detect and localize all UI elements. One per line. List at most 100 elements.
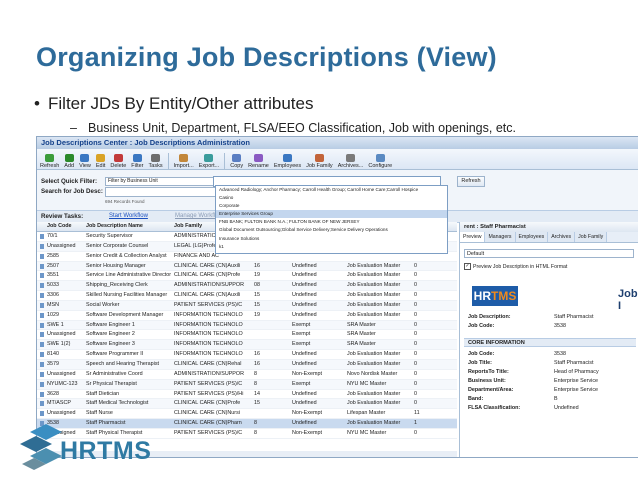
job-heading: Job I: [618, 288, 638, 312]
dropdown-option[interactable]: Corporate: [216, 202, 447, 210]
manage-workflow-link[interactable]: Manage Workflo: [175, 213, 219, 219]
table-cell: Software Engineer 3: [86, 341, 135, 348]
document-icon: [40, 273, 44, 279]
field-label: Business Unit:: [468, 378, 506, 384]
dropdown-option[interactable]: k1: [216, 243, 447, 251]
checkbox-box[interactable]: ✓: [464, 263, 471, 270]
toolbar-delete-button[interactable]: Delete: [110, 154, 126, 169]
table-row[interactable]: 3628 Staff Dietician PATIENT SERVICES (PS)…: [37, 390, 457, 400]
tab-managers[interactable]: Managers: [485, 232, 516, 242]
dropdown-option[interactable]: Global Document Outsourcing;Global Servi…: [216, 226, 447, 234]
table-row[interactable]: SWE 1 Software Engineer 1 INFORMATION TECH…: [37, 320, 457, 331]
table-cell: [252, 321, 290, 330]
toolbar-label: View: [79, 163, 91, 169]
table-row[interactable]: 8140 Software Programmer II INFORMATION TE…: [37, 350, 457, 360]
table-row[interactable]: 3551 Service Line Administrative Director…: [37, 271, 457, 282]
table-cell: 0: [414, 341, 417, 348]
dropdown-option[interactable]: Advanced Radiology; Anchor Pharmacy; Car…: [216, 186, 447, 194]
table-cell: Unassigned: [47, 410, 76, 417]
table-cell: Job Evaluation Master: [347, 360, 401, 367]
toolbar-view-button[interactable]: View: [79, 154, 91, 169]
toolbar-archives-button[interactable]: Archives...: [338, 154, 363, 169]
table-cell: 0: [414, 360, 417, 367]
table-cell: 0: [414, 262, 417, 269]
field-row: Job Title: Staff Pharmacist: [468, 360, 593, 366]
start-workflow-link[interactable]: Start Workflow: [109, 213, 148, 219]
table-row[interactable]: Unassigned Software Engineer 2 INFORMATION…: [37, 330, 457, 341]
refresh-filter-button[interactable]: Refresh: [457, 176, 485, 187]
table-row[interactable]: 5033 Shipping_Receiving Clerk ADMINISTRATI…: [37, 281, 457, 292]
table-cell: Software Engineer 1: [86, 321, 135, 328]
table-cell: Undefined: [292, 420, 317, 427]
table-cell: Undefined: [292, 400, 317, 407]
table-row[interactable]: SWE 1(2) Software Engineer 3 INFORMATION T…: [37, 340, 457, 351]
field-value: Enterprise Service: [554, 387, 599, 393]
table-row[interactable]: 2507 Senior Housing Manager CLINICAL CARE …: [37, 261, 457, 272]
dropdown-option[interactable]: Enterprise Services Group: [216, 210, 447, 219]
dropdown-option[interactable]: Casino: [216, 194, 447, 202]
toolbar-tasks-button[interactable]: Tasks: [149, 154, 163, 169]
toolbar-label: Add: [64, 163, 75, 169]
table-row[interactable]: 1029 Software Development Manager INFORMAT…: [37, 311, 457, 321]
table-row[interactable]: MSN Social Worker PATIENT SERVICES (PS)/C 1…: [37, 300, 457, 311]
table-row[interactable]: Unassigned Sr Administrative Coord ADMINIS…: [37, 370, 457, 380]
document-icon: [40, 342, 44, 348]
table-cell: Sr Physical Therapist: [86, 380, 137, 387]
template-select[interactable]: Default: [464, 249, 634, 258]
table-cell: INFORMATION TECHNOLO: [174, 311, 243, 318]
table-row[interactable]: 3579 Speech and Hearing Therapist CLINICAL…: [37, 359, 457, 370]
table-row[interactable]: 3306 Skilled Nursing Facilities Manager CL…: [37, 291, 457, 301]
table-row[interactable]: MT/ASCP Staff Medical Technologist CLINICA…: [37, 399, 457, 410]
toolbar-rename-button[interactable]: Rename: [248, 154, 269, 169]
records-found: 694 Records Found: [105, 199, 145, 204]
table-cell: Staff Nurse: [86, 410, 113, 417]
table-cell: Job Evaluation Master: [347, 420, 401, 427]
dropdown-option[interactable]: Insurance Solutions: [216, 235, 447, 243]
toolbar-copy-button[interactable]: Copy: [230, 154, 243, 169]
table-cell: Undefined: [292, 282, 317, 289]
field-row: FLSA Classification: Undefined: [468, 405, 579, 411]
dropdown-option[interactable]: FNB BANK; FULTON BANK N.A.; FULTON BANK …: [216, 218, 447, 226]
table-cell: 14: [254, 390, 260, 397]
table-cell: 0: [414, 282, 417, 289]
logo-tms: TMS: [491, 289, 517, 303]
quick-filter-select[interactable]: Filter by Business Unit: [105, 177, 219, 186]
toolbar-rename-icon: [253, 154, 263, 162]
table-cell: 0: [414, 331, 417, 338]
table-cell: Undefined: [292, 262, 317, 269]
table-cell: NYUMC-123: [47, 380, 78, 387]
toolbar-export-button[interactable]: Export...: [199, 154, 219, 169]
search-input[interactable]: [105, 187, 217, 197]
toolbar-copy-icon: [232, 154, 242, 162]
table-cell: 19: [254, 311, 260, 318]
col-header-job-code[interactable]: Job Code: [45, 222, 84, 231]
toolbar-add-button[interactable]: Add: [64, 154, 74, 169]
table-cell: 8: [254, 429, 257, 436]
toolbar-refresh-button[interactable]: Refresh: [40, 154, 59, 169]
table-cell: 16: [254, 262, 260, 269]
table-cell: SRA Master: [347, 341, 376, 348]
preview-html-checkbox[interactable]: ✓ Preview Job Description in HTML Format: [464, 263, 567, 270]
toolbar-configure-button[interactable]: Configure: [368, 154, 392, 169]
toolbar-employees-button[interactable]: Employees: [274, 154, 301, 169]
col-header-name[interactable]: Job Description Name: [84, 222, 172, 231]
table-cell: 19: [254, 272, 260, 279]
table-cell: Job Evaluation Master: [347, 301, 401, 308]
table-cell: Undefined: [292, 292, 317, 299]
toolbar-import-button[interactable]: Import...: [174, 154, 194, 169]
table-cell: [252, 340, 290, 349]
tab-job-family[interactable]: Job Family: [575, 232, 608, 242]
row-doc-cell: [37, 232, 45, 241]
toolbar-edit-button[interactable]: Edit: [96, 154, 105, 169]
table-cell: Software Engineer 2: [86, 331, 135, 338]
tab-preview[interactable]: Preview: [460, 232, 486, 242]
table-row[interactable]: NYUMC-123 Sr Physical Therapist PATIENT SE…: [37, 379, 457, 390]
tab-archives[interactable]: Archives: [548, 232, 576, 242]
table-cell: 2507: [47, 262, 59, 269]
toolbar-import-icon: [179, 154, 189, 162]
tab-employees[interactable]: Employees: [515, 232, 549, 242]
table-row[interactable]: Unassigned Staff Nurse CLINICAL CARE (CN)N…: [37, 409, 457, 420]
toolbar-job-family-button[interactable]: Job Family: [306, 154, 333, 169]
table-cell: Undefined: [292, 390, 317, 397]
toolbar-filter-button[interactable]: Filter: [131, 154, 144, 169]
